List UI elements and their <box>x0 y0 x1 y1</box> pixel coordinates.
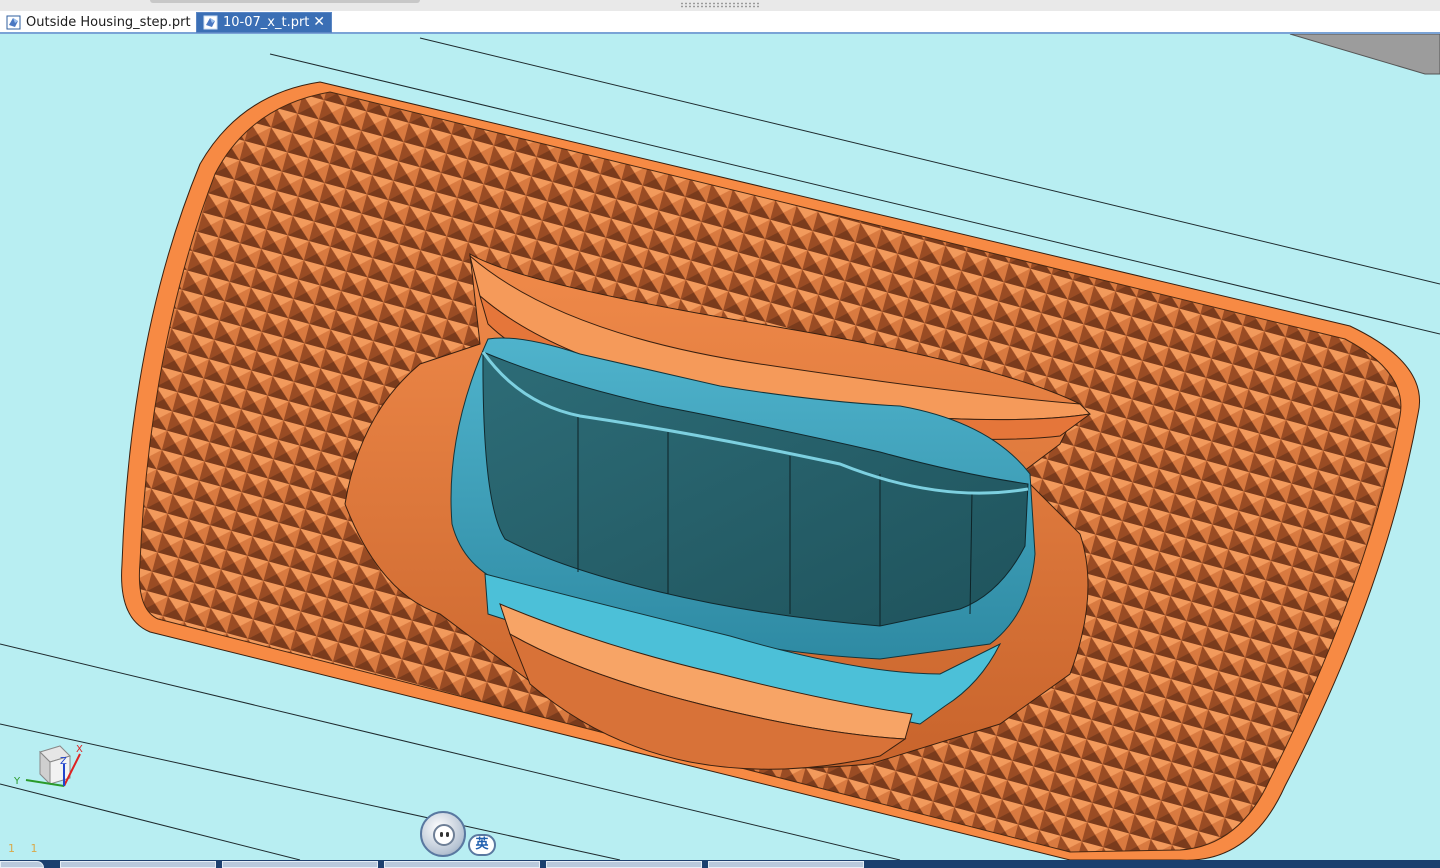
view-triad-icon[interactable]: X Y Z <box>12 742 87 797</box>
status-text: 1 1 <box>8 842 44 855</box>
tab-label: 10-07_x_t.prt <box>223 15 310 30</box>
document-tab-bar: Outside Housing_step.prt 10-07_x_t.prt ✕ <box>0 11 1440 34</box>
window-top-strip <box>0 0 1440 11</box>
part-file-icon <box>203 15 218 30</box>
taskbar <box>0 860 1440 868</box>
taskbar-app-4[interactable] <box>546 861 702 868</box>
floating-toolbar-edge <box>150 0 420 3</box>
grey-plane-corner <box>1289 34 1440 75</box>
tab-label: Outside Housing_step.prt <box>26 15 191 30</box>
taskbar-app-1[interactable] <box>60 861 216 868</box>
triad-axis-z: Z <box>60 756 67 767</box>
triad-axis-y: Y <box>13 776 21 787</box>
start-button[interactable] <box>0 861 44 868</box>
close-tab-icon[interactable]: ✕ <box>313 14 325 30</box>
taskbar-app-5[interactable] <box>708 861 864 868</box>
tab-outside-housing[interactable]: Outside Housing_step.prt <box>0 12 194 33</box>
resize-grip[interactable] <box>680 2 760 8</box>
ime-toolbar[interactable]: 英 <box>418 809 500 861</box>
taskbar-app-3[interactable] <box>384 861 540 868</box>
cad-model-canvas[interactable] <box>0 34 1440 860</box>
ime-language-indicator[interactable]: 英 <box>468 834 496 856</box>
tab-10-07-x-t[interactable]: 10-07_x_t.prt ✕ <box>196 12 332 33</box>
part-file-icon <box>6 15 21 30</box>
triad-axis-x: X <box>76 744 83 755</box>
taskbar-app-2[interactable] <box>222 861 378 868</box>
ime-mascot-icon[interactable] <box>420 811 466 857</box>
graphics-viewport[interactable] <box>0 34 1440 860</box>
